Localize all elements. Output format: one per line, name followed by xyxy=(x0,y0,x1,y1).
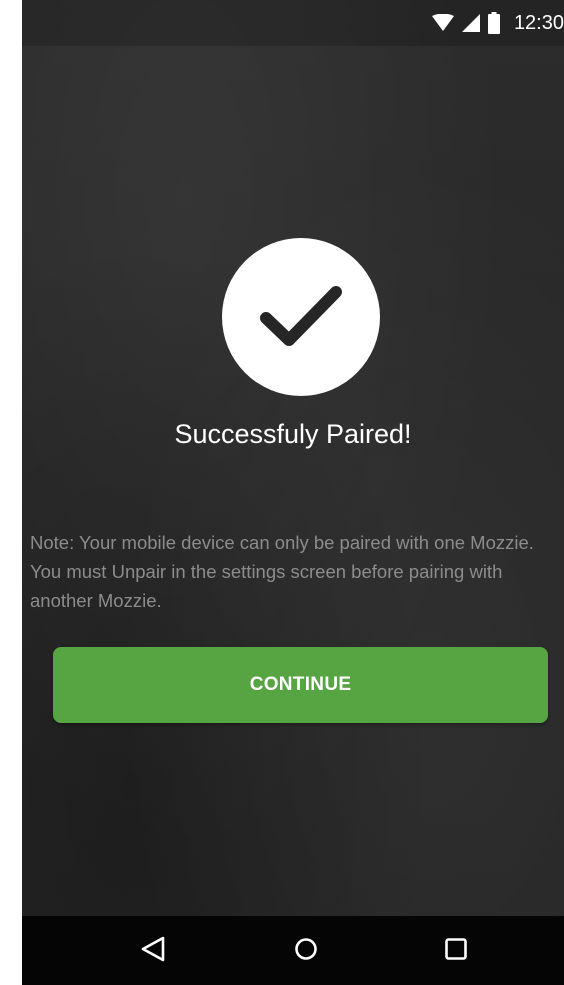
navigation-bar xyxy=(22,916,564,985)
success-badge xyxy=(222,238,380,396)
status-time: 12:30 xyxy=(513,12,564,34)
pairing-note: Note: Your mobile device can only be pai… xyxy=(30,532,534,611)
home-icon xyxy=(294,937,318,965)
battery-icon xyxy=(487,12,500,34)
recent-apps-icon xyxy=(444,937,468,965)
recent-apps-button[interactable] xyxy=(435,930,477,972)
status-icons: 12:30 xyxy=(431,8,564,38)
home-button[interactable] xyxy=(285,930,327,972)
status-bar: 12:30 xyxy=(22,0,564,46)
cell-signal-icon xyxy=(461,14,480,32)
checkmark-icon xyxy=(256,280,346,354)
continue-button[interactable]: CONTINUE xyxy=(53,647,548,723)
wifi-icon xyxy=(431,14,454,32)
success-title: Successfuly Paired! xyxy=(174,419,412,449)
back-icon xyxy=(140,935,166,967)
pairing-screen: 12:30 Successfuly Paired! Note: Your mob… xyxy=(22,0,564,985)
back-button[interactable] xyxy=(132,930,174,972)
